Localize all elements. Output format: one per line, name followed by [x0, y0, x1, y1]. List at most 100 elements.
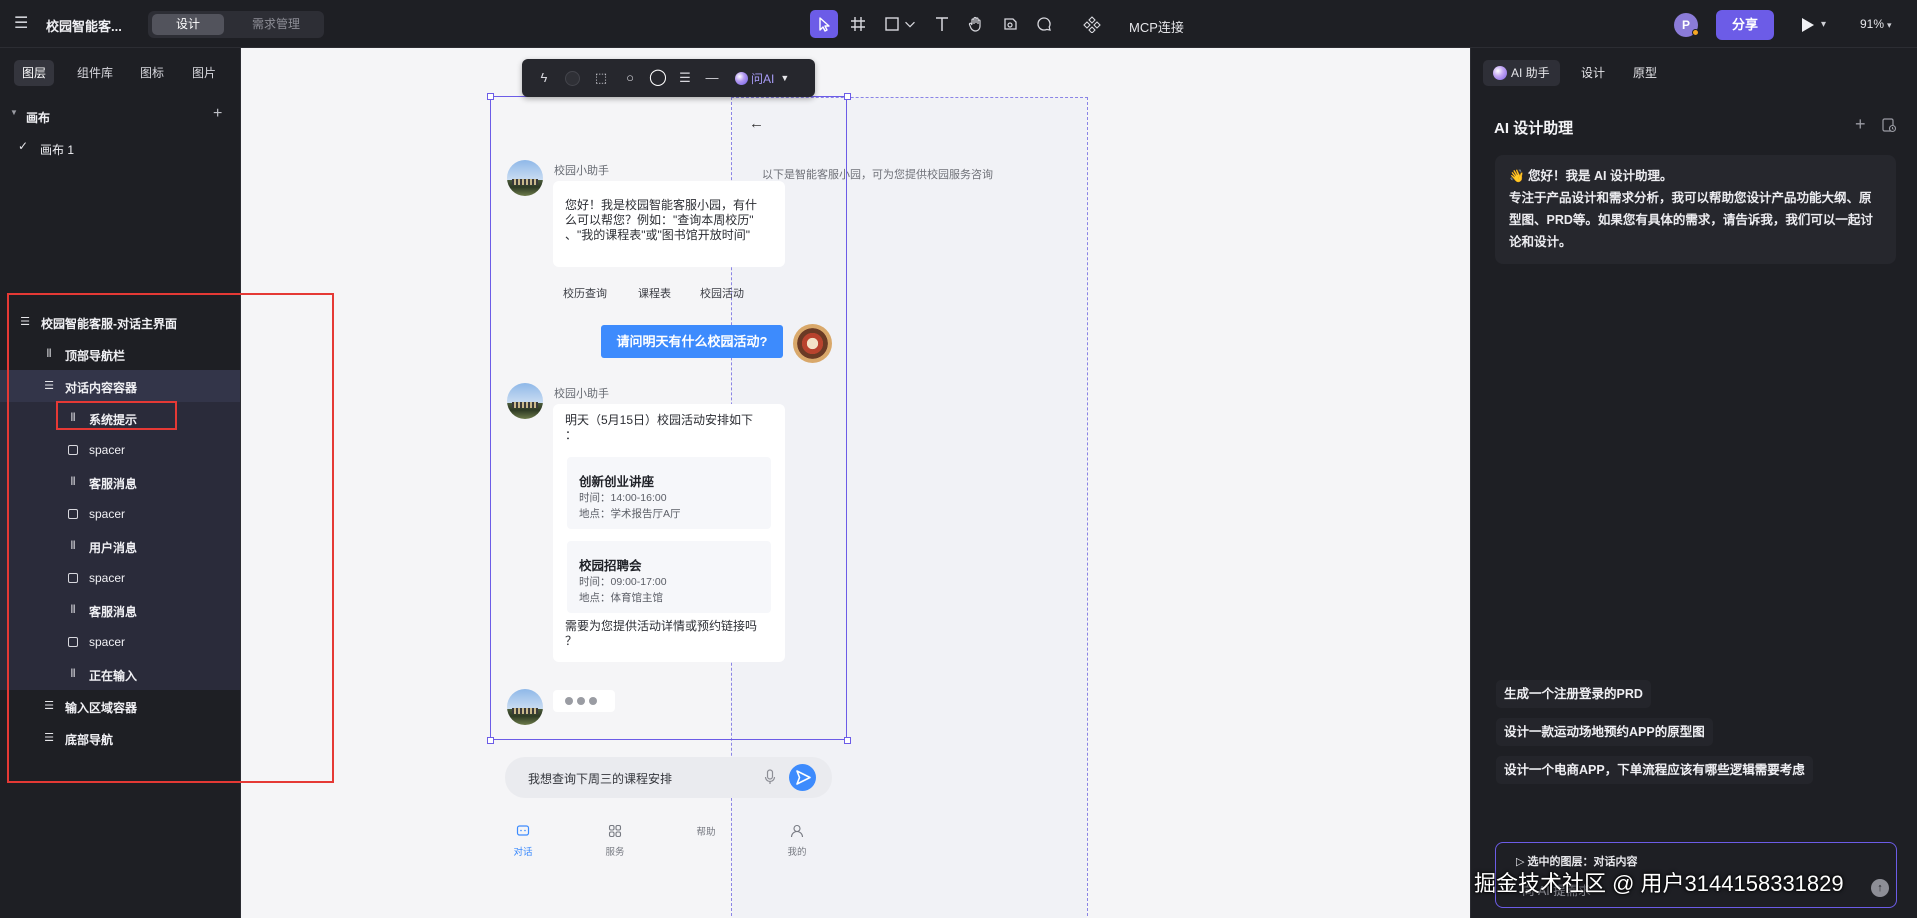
layer-row[interactable]: spacer: [0, 562, 240, 594]
layer-row[interactable]: ⦀ 系统提示: [0, 402, 240, 434]
event-card[interactable]: 校园招聘会 时间：09:00-17:00 地点：体育馆主馆: [567, 541, 771, 613]
layer-row[interactable]: ⦀ 客服消息: [0, 466, 240, 498]
new-chat-icon[interactable]: +: [1855, 114, 1866, 135]
tab-ai-assistant[interactable]: AI 助手: [1483, 60, 1560, 86]
layer-row[interactable]: spacer: [0, 626, 240, 658]
columns-icon: ⦀: [70, 476, 76, 488]
suggestion-chip[interactable]: 设计一款运动场地预约APP的原型图: [1496, 718, 1713, 746]
chat-bubble-icon: [516, 824, 530, 838]
nav-profile[interactable]: 我的: [777, 824, 817, 858]
tab-component-library[interactable]: 组件库: [69, 60, 121, 86]
share-button[interactable]: 分享: [1716, 10, 1774, 40]
suggestion-chip[interactable]: 生成一个注册登录的PRD: [1496, 680, 1651, 708]
send-button[interactable]: [789, 764, 816, 791]
layer-label: 校园智能客服-对话主界面: [41, 317, 177, 331]
columns-icon: ⦀: [70, 604, 76, 616]
nav-label: 帮助: [696, 827, 716, 838]
mode-requirements-tab[interactable]: 需求管理: [240, 14, 312, 35]
nav-help[interactable]: 帮助: [686, 824, 726, 838]
bot-welcome-bubble: 您好！我是校园智能客服小园，有什 么可以帮您？例如："查询本周校历" 、"我的课…: [553, 181, 785, 267]
event-card[interactable]: 创新创业讲座 时间：14:00-16:00 地点：学术报告厅A厅: [567, 457, 771, 529]
ask-ai-button[interactable]: 问AI ▼: [735, 69, 789, 87]
chat-input-bar[interactable]: 我想查询下周三的课程安排: [505, 757, 832, 798]
check-icon: ✓: [18, 139, 29, 153]
frame-grid-icon[interactable]: [844, 10, 872, 38]
tab-prototype[interactable]: 原型: [1633, 60, 1657, 86]
mcp-connect-button[interactable]: MCP连接: [1129, 17, 1184, 36]
resize-handle[interactable]: [844, 93, 851, 100]
layer-row[interactable]: ⦀ 用户消息: [0, 530, 240, 562]
typing-indicator: [553, 690, 615, 712]
person-icon: [790, 824, 804, 838]
send-arrow-icon[interactable]: ↑: [1871, 879, 1889, 897]
canvas-item-label: 画布 1: [40, 143, 75, 157]
hamburger-menu-icon[interactable]: ☰: [14, 15, 30, 33]
tab-design[interactable]: 设计: [1581, 60, 1605, 86]
back-arrow-icon[interactable]: ←: [749, 115, 764, 132]
quick-reply-schedule[interactable]: 课程表: [638, 285, 671, 301]
bot-avatar: [507, 383, 543, 419]
comment-icon[interactable]: [1030, 10, 1058, 38]
nav-services[interactable]: 服务: [595, 824, 635, 858]
line-stroke-icon[interactable]: —: [703, 69, 721, 87]
component-tool-icon[interactable]: [996, 10, 1024, 38]
layer-row[interactable]: ☰ 对话内容容器: [0, 370, 240, 402]
layer-row[interactable]: ⦀ 顶部导航栏: [0, 338, 240, 370]
right-panel: AI 助手 设计 原型 AI 设计助理 + 👋 您好！我是 AI 设计助理。 专…: [1470, 48, 1917, 918]
layer-row[interactable]: ☰ 输入区域容器: [0, 690, 240, 722]
bot-reply-bubble: 明天（5月15日）校园活动安排如下 ： 需要为您提供活动详情或预约链接吗 ？: [553, 404, 785, 662]
layer-row[interactable]: spacer: [0, 434, 240, 466]
resize-handle[interactable]: [487, 737, 494, 744]
typing-dot: [565, 697, 573, 705]
layer-row[interactable]: ⦀ 客服消息: [0, 594, 240, 626]
event-time: 时间：14:00-16:00: [579, 492, 667, 504]
add-canvas-icon[interactable]: +: [213, 105, 222, 123]
nav-chat[interactable]: 对话: [503, 824, 543, 858]
list-icon: ☰: [20, 316, 30, 328]
tab-layers[interactable]: 图层: [14, 60, 55, 86]
collapse-caret-icon[interactable]: ▼: [10, 108, 18, 117]
history-icon[interactable]: [1881, 117, 1897, 133]
chevron-down-icon: ▼: [780, 73, 790, 83]
event-title: 校园招聘会: [579, 559, 642, 573]
circle-outline-icon[interactable]: ○: [621, 69, 639, 87]
plugin-diamond-icon[interactable]: [1078, 10, 1106, 38]
user-avatar-image: [793, 324, 832, 363]
layer-row[interactable]: ☰ 校园智能客服-对话主界面: [0, 306, 240, 338]
tab-images[interactable]: 图片: [184, 60, 224, 86]
canvas-section-header[interactable]: ▼ 画布 +: [10, 105, 230, 126]
align-lines-icon[interactable]: ☰: [676, 69, 694, 87]
ai-orb-icon: [1493, 66, 1507, 80]
layer-row[interactable]: ⦀ 正在输入: [0, 658, 240, 690]
user-message-bubble: 请问明天有什么校园活动?: [601, 325, 783, 358]
fill-color-swatch[interactable]: [565, 71, 580, 86]
shape-dropdown-icon[interactable]: [902, 10, 918, 38]
event-place: 地点：体育馆主馆: [579, 592, 663, 604]
suggestion-chip[interactable]: 设计一个电商APP，下单流程应该有哪些逻辑需要考虑: [1496, 756, 1813, 784]
select-cursor-icon[interactable]: [810, 10, 838, 38]
mode-design-tab[interactable]: 设计: [152, 14, 224, 35]
zoom-level[interactable]: 91% ▾: [1860, 17, 1892, 31]
play-dropdown-icon[interactable]: ▾: [1821, 16, 1833, 34]
quick-reply-activities[interactable]: 校园活动: [700, 285, 744, 301]
resize-handle[interactable]: [487, 93, 494, 100]
dashed-frame-icon[interactable]: ⬚: [592, 69, 610, 87]
square-icon: [66, 507, 80, 521]
text-tool-icon[interactable]: [928, 10, 956, 38]
stroke-circle-icon[interactable]: ◯: [649, 69, 667, 87]
quick-reply-calendar[interactable]: 校历查询: [563, 285, 607, 301]
hand-tool-icon[interactable]: [962, 10, 990, 38]
tab-icons[interactable]: 图标: [132, 60, 172, 86]
chat-input-text[interactable]: 我想查询下周三的课程安排: [528, 770, 672, 787]
layer-row[interactable]: spacer: [0, 498, 240, 530]
list-icon: ☰: [44, 700, 54, 712]
microphone-icon[interactable]: [764, 769, 776, 785]
layer-row[interactable]: ☰ 底部导航: [0, 722, 240, 754]
play-preview-icon[interactable]: [1796, 14, 1818, 36]
typing-dot: [577, 697, 585, 705]
design-canvas[interactable]: ← 以下是智能客服小园，可为您提供校园服务咨询 校园小助手 您好！我是校园智能客…: [241, 48, 1470, 918]
event-place: 地点：学术报告厅A厅: [579, 508, 681, 520]
lightning-icon[interactable]: ϟ: [535, 69, 553, 87]
resize-handle[interactable]: [844, 737, 851, 744]
layer-label: spacer: [89, 635, 126, 649]
